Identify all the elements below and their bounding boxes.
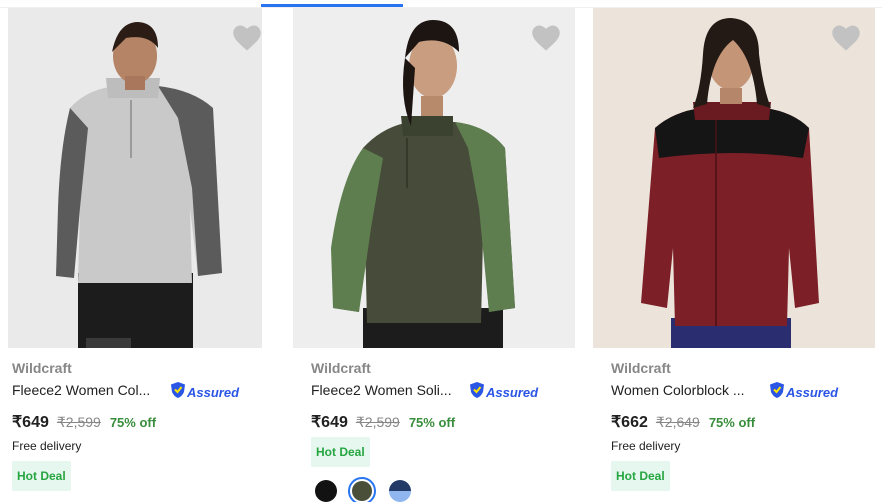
product-image[interactable] bbox=[593, 8, 875, 348]
product-brand: Wildcraft bbox=[311, 360, 371, 376]
assured-badge: Assured bbox=[769, 381, 839, 404]
assured-shield-icon bbox=[469, 381, 485, 404]
active-tab-indicator bbox=[261, 4, 403, 7]
assured-shield-icon bbox=[769, 381, 785, 404]
product-grid: Wildcraft Fleece2 Women Col... Assured ₹… bbox=[0, 0, 882, 502]
product-brand: Wildcraft bbox=[12, 360, 72, 376]
heart-icon[interactable] bbox=[831, 24, 861, 52]
deal-badge: Hot Deal bbox=[311, 437, 370, 467]
assured-label: Assured bbox=[187, 384, 240, 400]
original-price: ₹2,599 bbox=[355, 414, 400, 430]
assured-label: Assured bbox=[786, 384, 839, 400]
deal-badge: Hot Deal bbox=[611, 461, 670, 491]
assured-shield-icon bbox=[170, 381, 186, 404]
assured-badge: Assured bbox=[170, 381, 240, 404]
original-price: ₹2,599 bbox=[56, 414, 101, 430]
product-image[interactable] bbox=[293, 8, 575, 348]
discount-label: 75% off bbox=[408, 415, 456, 430]
heart-icon[interactable] bbox=[531, 24, 561, 52]
assured-badge: Assured bbox=[469, 381, 539, 404]
delivery-info: Free delivery bbox=[611, 439, 681, 453]
selling-price: ₹662 bbox=[611, 414, 648, 431]
product-brand: Wildcraft bbox=[611, 360, 671, 376]
product-title[interactable]: Fleece2 Women Soli... bbox=[311, 382, 452, 398]
price-row: ₹649 ₹2,599 75% off bbox=[311, 412, 455, 432]
product-card[interactable]: Wildcraft Women Colorblock ... Assured ₹… bbox=[593, 8, 875, 491]
discount-label: 75% off bbox=[109, 415, 157, 430]
assured-label: Assured bbox=[486, 384, 539, 400]
color-swatch-olive-green[interactable] bbox=[348, 477, 376, 502]
price-row: ₹662 ₹2,649 75% off bbox=[611, 412, 755, 432]
deal-badge: Hot Deal bbox=[12, 461, 71, 491]
color-swatch-black[interactable] bbox=[315, 480, 337, 502]
original-price: ₹2,649 bbox=[655, 414, 700, 430]
selling-price: ₹649 bbox=[311, 414, 348, 431]
selling-price: ₹649 bbox=[12, 414, 49, 431]
product-image[interactable] bbox=[8, 8, 262, 348]
product-title[interactable]: Women Colorblock ... bbox=[611, 382, 745, 398]
heart-icon[interactable] bbox=[232, 24, 262, 52]
discount-label: 75% off bbox=[708, 415, 756, 430]
product-title[interactable]: Fleece2 Women Col... bbox=[12, 382, 150, 398]
delivery-info: Free delivery bbox=[12, 439, 82, 453]
product-card[interactable]: Wildcraft Fleece2 Women Soli... Assured … bbox=[293, 8, 575, 502]
price-row: ₹649 ₹2,599 75% off bbox=[12, 412, 156, 432]
product-card[interactable]: Wildcraft Fleece2 Women Col... Assured ₹… bbox=[8, 8, 262, 491]
color-swatch-navy-blue[interactable] bbox=[389, 480, 411, 502]
